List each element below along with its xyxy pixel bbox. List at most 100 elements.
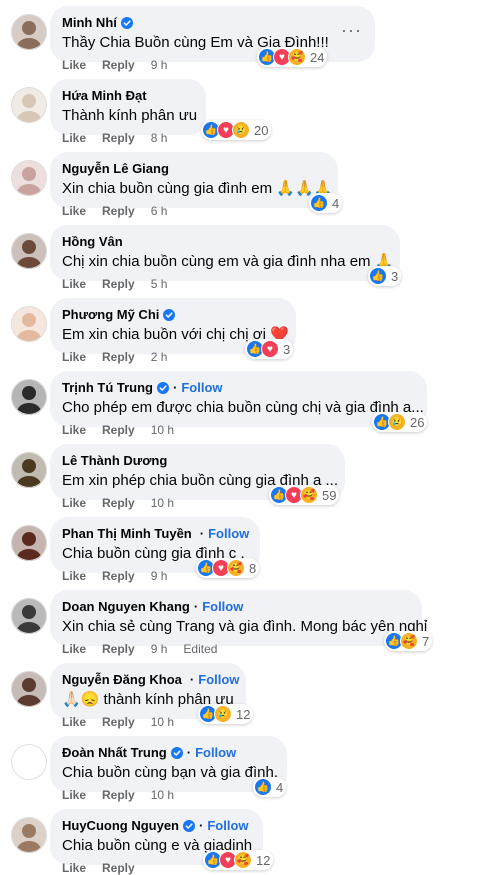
reply-button[interactable]: Reply bbox=[102, 861, 135, 875]
like-button[interactable]: Like bbox=[62, 204, 86, 218]
commenter-name[interactable]: Phan Thị Minh Tuyền bbox=[62, 525, 192, 542]
reply-button[interactable]: Reply bbox=[102, 204, 135, 218]
reaction-summary[interactable]: 👍 😢 12 bbox=[198, 704, 254, 724]
timestamp[interactable]: 10 h bbox=[151, 496, 174, 510]
reaction-summary[interactable]: 👍 ♥ 🥰 12 bbox=[203, 850, 274, 870]
separator-dot: · bbox=[199, 526, 205, 541]
avatar[interactable] bbox=[11, 671, 47, 707]
reply-button[interactable]: Reply bbox=[102, 642, 135, 656]
commenter-name[interactable]: HuyCuong Nguyen bbox=[62, 817, 179, 834]
follow-button[interactable]: Follow bbox=[181, 379, 222, 396]
timestamp[interactable]: 10 h bbox=[151, 788, 174, 802]
avatar[interactable] bbox=[11, 598, 47, 634]
commenter-name[interactable]: Phương Mỹ Chi bbox=[62, 306, 159, 323]
reaction-count: 26 bbox=[410, 414, 425, 430]
commenter-name[interactable]: Minh Nhí bbox=[62, 14, 117, 31]
reply-button[interactable]: Reply bbox=[102, 423, 135, 437]
timestamp[interactable]: 10 h bbox=[151, 715, 174, 729]
follow-button[interactable]: Follow bbox=[195, 744, 236, 761]
reply-button[interactable]: Reply bbox=[102, 277, 135, 291]
reply-button[interactable]: Reply bbox=[102, 788, 135, 802]
reply-button[interactable]: Reply bbox=[102, 715, 135, 729]
timestamp[interactable]: 8 h bbox=[151, 131, 168, 145]
commenter-name[interactable]: Trịnh Tú Trung bbox=[62, 379, 153, 396]
reaction-summary[interactable]: 👍 ♥ 🥰 8 bbox=[196, 558, 260, 578]
reply-button[interactable]: Reply bbox=[102, 350, 135, 364]
avatar[interactable] bbox=[11, 744, 47, 780]
reply-button[interactable]: Reply bbox=[102, 569, 135, 583]
like-button[interactable]: Like bbox=[62, 569, 86, 583]
reaction-count: 12 bbox=[256, 852, 271, 868]
like-reaction-icon: 👍 bbox=[310, 194, 328, 212]
verified-badge-icon bbox=[163, 308, 176, 321]
follow-button[interactable]: Follow bbox=[208, 525, 249, 542]
timestamp[interactable]: 5 h bbox=[151, 277, 168, 291]
like-button[interactable]: Like bbox=[62, 423, 86, 437]
avatar[interactable] bbox=[11, 14, 47, 50]
avatar[interactable] bbox=[11, 452, 47, 488]
reaction-summary[interactable]: 👍 ♥ 🥰 24 bbox=[257, 47, 328, 67]
reaction-count: 3 bbox=[283, 341, 291, 357]
like-button[interactable]: Like bbox=[62, 715, 86, 729]
commenter-name[interactable]: Hồng Vân bbox=[62, 233, 123, 250]
verified-badge-icon bbox=[120, 16, 133, 29]
reply-button[interactable]: Reply bbox=[102, 131, 135, 145]
reaction-summary[interactable]: 👍 ♥ 😢 20 bbox=[201, 120, 272, 140]
reaction-summary[interactable]: 👍 🥰 7 bbox=[384, 631, 433, 651]
commenter-name[interactable]: Doan Nguyen Khang bbox=[62, 598, 190, 615]
avatar[interactable] bbox=[11, 525, 47, 561]
like-reaction-icon: 👍 bbox=[254, 778, 272, 796]
commenter-name[interactable]: Lê Thành Dương bbox=[62, 452, 167, 469]
reaction-summary[interactable]: 👍 ♥ 3 bbox=[245, 339, 294, 359]
avatar[interactable] bbox=[11, 233, 47, 269]
follow-button[interactable]: Follow bbox=[202, 598, 243, 615]
follow-button[interactable]: Follow bbox=[198, 671, 239, 688]
like-button[interactable]: Like bbox=[62, 277, 86, 291]
comment-bubble: Doan Nguyen Khang · Follow Xin chia sẻ cùng… bbox=[50, 590, 427, 646]
reply-button[interactable]: Reply bbox=[102, 58, 135, 72]
name-row: Trịnh Tú Trung · Follow bbox=[62, 379, 415, 396]
reaction-summary[interactable]: 👍 3 bbox=[368, 266, 402, 286]
reaction-summary[interactable]: 👍 4 bbox=[253, 777, 287, 797]
reaction-summary[interactable]: 👍 😢 26 bbox=[372, 412, 428, 432]
reaction-summary[interactable]: 👍 ♥ 🥰 59 bbox=[269, 485, 340, 505]
timestamp[interactable]: 9 h bbox=[151, 642, 168, 656]
reply-button[interactable]: Reply bbox=[102, 496, 135, 510]
reaction-count: 4 bbox=[276, 779, 284, 795]
separator-dot: · bbox=[186, 745, 192, 760]
timestamp[interactable]: 2 h bbox=[151, 350, 168, 364]
comment-bubble: Nguyễn Lê Giang Xin chia buồn cùng gia đì… bbox=[50, 152, 338, 208]
reaction-summary[interactable]: 👍 4 bbox=[309, 193, 343, 213]
like-button[interactable]: Like bbox=[62, 131, 86, 145]
comment-bubble: Hồng Vân Chị xin chia buồn cùng em và gia… bbox=[50, 225, 400, 281]
timestamp[interactable]: 9 h bbox=[151, 569, 168, 583]
avatar[interactable] bbox=[11, 160, 47, 196]
like-button[interactable]: Like bbox=[62, 496, 86, 510]
like-button[interactable]: Like bbox=[62, 788, 86, 802]
timestamp[interactable]: 6 h bbox=[151, 204, 168, 218]
avatar[interactable] bbox=[11, 379, 47, 415]
like-button[interactable]: Like bbox=[62, 861, 86, 875]
avatar[interactable] bbox=[11, 306, 47, 342]
comment-bubble: Đoàn Nhất Trung · Follow Chia buồn cùng bạn… bbox=[50, 736, 287, 792]
like-button[interactable]: Like bbox=[62, 642, 86, 656]
timestamp[interactable]: 9 h bbox=[151, 58, 168, 72]
commenter-name[interactable]: Nguyễn Đăng Khoa bbox=[62, 671, 182, 688]
comment-text: Chia buồn cùng bạn và gia đình. bbox=[62, 764, 278, 781]
edited-label[interactable]: Edited bbox=[183, 642, 217, 656]
commenter-name[interactable]: Hứa Minh Đạt bbox=[62, 87, 147, 104]
verified-badge-icon bbox=[183, 819, 195, 832]
like-button[interactable]: Like bbox=[62, 350, 86, 364]
avatar[interactable] bbox=[11, 87, 47, 123]
more-options-icon[interactable]: ··· bbox=[341, 20, 362, 41]
commenter-name[interactable]: Đoàn Nhất Trung bbox=[62, 744, 167, 761]
name-row: Hứa Minh Đạt bbox=[62, 87, 194, 104]
follow-button[interactable]: Follow bbox=[207, 817, 248, 834]
comment-text: Xin chia buồn cùng gia đình em 🙏🙏🙏 bbox=[62, 180, 333, 197]
like-button[interactable]: Like bbox=[62, 58, 86, 72]
avatar[interactable] bbox=[11, 817, 47, 853]
comment-text: Chị xin chia buồn cùng em và gia đình nh… bbox=[62, 253, 394, 270]
separator-dot: · bbox=[199, 818, 204, 833]
timestamp[interactable]: 10 h bbox=[151, 423, 174, 437]
commenter-name[interactable]: Nguyễn Lê Giang bbox=[62, 160, 169, 177]
